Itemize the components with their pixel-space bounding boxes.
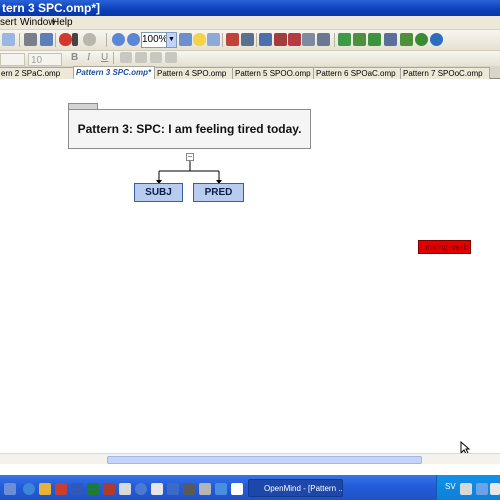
tab-pattern-7[interactable]: Pattern 7 SPOoC.omp <box>400 67 490 79</box>
zoom-out-icon[interactable] <box>127 33 140 46</box>
export-icon[interactable] <box>338 33 351 46</box>
zoom-dropdown-icon[interactable]: ▼ <box>166 32 177 48</box>
central-topic[interactable]: Pattern 3: SPC: I am feeling tired today… <box>68 109 311 149</box>
collapse-toggle-icon[interactable]: − <box>186 153 194 161</box>
export-web-icon[interactable] <box>368 33 381 46</box>
language-indicator[interactable]: SV <box>445 482 456 491</box>
toolbar-separator <box>256 33 257 47</box>
scrollbar-thumb[interactable] <box>107 456 422 464</box>
window-title-bar[interactable]: tern 3 SPC.omp*] <box>0 0 500 16</box>
align-center-icon[interactable] <box>135 52 147 63</box>
bold-button[interactable]: B <box>71 52 78 63</box>
quicklaunch-explorer-icon[interactable] <box>4 483 16 495</box>
preview-icon[interactable] <box>40 33 53 46</box>
idea-bulb-icon[interactable] <box>193 33 206 46</box>
align-right-icon[interactable] <box>150 52 162 63</box>
italic-button[interactable]: I <box>87 52 90 63</box>
tab-pattern-4[interactable]: Pattern 4 SPO.omp <box>154 67 233 79</box>
flag-icon[interactable] <box>274 33 287 46</box>
toolbar-separator <box>106 33 107 47</box>
export-word-icon[interactable] <box>353 33 366 46</box>
quicklaunch-app-icon[interactable] <box>119 483 131 495</box>
toolbar-separator <box>19 33 20 47</box>
window-title: tern 3 SPC.omp*] <box>2 1 101 15</box>
insert-subtopic-icon[interactable] <box>241 33 254 46</box>
mind-map-canvas[interactable]: Pattern 3: SPC: I am feeling tired today… <box>0 79 500 455</box>
node-subj[interactable]: SUBJ <box>134 183 183 202</box>
menu-bar: sert Window Help <box>0 16 500 30</box>
undo-dropdown-icon[interactable] <box>72 33 78 46</box>
quicklaunch-word-icon[interactable] <box>71 483 83 495</box>
windows-taskbar: OpenMind - [Pattern ... SV <box>0 475 500 500</box>
zoom-in-icon[interactable] <box>112 33 125 46</box>
fit-page-icon[interactable] <box>179 33 192 46</box>
quicklaunch-app-icon[interactable] <box>167 483 179 495</box>
send-mail-icon[interactable] <box>384 33 397 46</box>
font-family-select[interactable] <box>0 53 25 66</box>
floating-topic-linking-verb[interactable]: Linking verb <box>418 240 471 254</box>
tray-icon[interactable] <box>490 483 500 495</box>
quicklaunch-globe-icon[interactable] <box>135 483 147 495</box>
quicklaunch-app-icon[interactable] <box>183 483 195 495</box>
print-icon[interactable] <box>24 33 37 46</box>
redo-icon[interactable] <box>83 33 96 46</box>
toolbar-separator <box>222 33 223 47</box>
tab-pattern-6[interactable]: Pattern 6 SPOaC.omp <box>313 67 401 79</box>
toolbar-separator <box>55 33 56 47</box>
font-size-value: 10 <box>31 55 43 66</box>
node-pred[interactable]: PRED <box>193 183 244 202</box>
central-topic-text: Pattern 3: SPC: I am feeling tired today… <box>77 122 302 136</box>
help-icon[interactable] <box>430 33 443 46</box>
tab-pattern-2[interactable]: ern 2 SPaC.omp <box>0 67 75 79</box>
tray-icon[interactable] <box>460 483 472 495</box>
format-toolbar: 10 B I U <box>0 51 500 67</box>
quicklaunch-app-icon[interactable] <box>231 483 243 495</box>
table-view-icon[interactable] <box>317 33 330 46</box>
menu-help[interactable]: Help <box>52 17 73 28</box>
toolbar-separator <box>334 33 335 47</box>
document-tabs: ern 2 SPaC.omp Pattern 3 SPC.omp* Patter… <box>0 66 500 79</box>
quicklaunch-ie-icon[interactable] <box>23 483 35 495</box>
tray-icon[interactable] <box>476 483 488 495</box>
quicklaunch-media-icon[interactable] <box>55 483 67 495</box>
zoom-level-input[interactable]: 100% <box>141 32 168 48</box>
map-layout-icon[interactable] <box>259 33 272 46</box>
quicklaunch-app-icon[interactable] <box>215 483 227 495</box>
menu-insert[interactable]: sert <box>0 17 17 28</box>
toolbar-separator <box>113 52 114 64</box>
quicklaunch-powerpoint-icon[interactable] <box>103 483 115 495</box>
quicklaunch-excel-icon[interactable] <box>87 483 99 495</box>
align-left-icon[interactable] <box>120 52 132 63</box>
globe-icon[interactable] <box>415 33 428 46</box>
font-size-select[interactable]: 10 <box>28 53 62 66</box>
share-icon[interactable] <box>400 33 413 46</box>
quicklaunch-notepad-icon[interactable] <box>151 483 163 495</box>
horizontal-scrollbar[interactable] <box>0 453 500 464</box>
quicklaunch-folder-icon[interactable] <box>39 483 51 495</box>
timer-icon[interactable] <box>207 33 220 46</box>
task-icon[interactable] <box>288 33 301 46</box>
underline-button[interactable]: U <box>101 52 108 63</box>
font-color-icon[interactable] <box>165 52 177 63</box>
main-toolbar: 100% ▼ <box>0 30 500 51</box>
tab-pattern-5[interactable]: Pattern 5 SPOO.omp <box>232 67 314 79</box>
taskbar-openmind-label: OpenMind - [Pattern ... <box>264 484 343 493</box>
undo-icon[interactable] <box>59 33 72 46</box>
outline-icon[interactable] <box>302 33 315 46</box>
tab-pattern-3[interactable]: Pattern 3 SPC.omp* <box>73 66 155 79</box>
taskbar-openmind-button[interactable]: OpenMind - [Pattern ... <box>248 479 343 497</box>
menu-window[interactable]: Window <box>20 17 56 28</box>
quicklaunch-app-icon[interactable] <box>199 483 211 495</box>
insert-topic-icon[interactable] <box>226 33 239 46</box>
toolbar-partial-icon[interactable] <box>2 33 15 46</box>
